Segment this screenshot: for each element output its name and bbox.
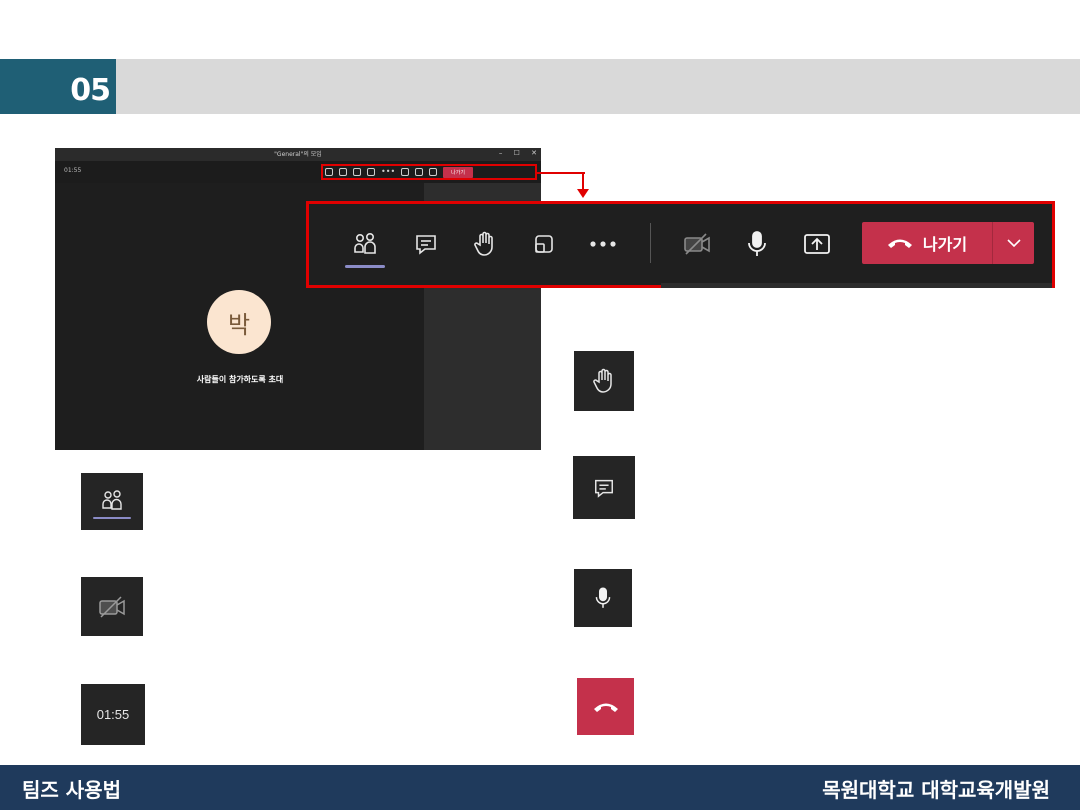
participants-icon[interactable]	[343, 222, 387, 266]
meeting-window-screenshot: "General"의 모임 – ☐ ✕ 01:55 ••• 나가기 박 사람들이…	[55, 148, 541, 450]
leave-button[interactable]: 나가기	[862, 222, 992, 264]
toolbar-background-strip	[661, 283, 1052, 288]
window-controls: – ☐ ✕	[490, 149, 537, 157]
time-tile: 01:55	[81, 684, 145, 745]
mic-tile	[574, 569, 632, 627]
window-title: "General"의 모임	[274, 151, 322, 158]
maximize-button[interactable]: ☐	[514, 149, 520, 157]
section-number-block: 05	[0, 59, 116, 114]
toolbar-divider	[650, 223, 651, 263]
participants-tile	[81, 473, 143, 530]
chat-icon[interactable]	[404, 222, 448, 266]
chat-icon	[595, 479, 613, 498]
connector-line	[537, 172, 585, 174]
footer-organization: 목원대학교 대학교육개발원	[822, 778, 1050, 802]
leave-label: 나가기	[922, 235, 968, 254]
section-title-bar	[116, 59, 1080, 114]
leave-options-button[interactable]	[993, 222, 1034, 264]
close-button[interactable]: ✕	[531, 149, 537, 157]
hang-up-icon	[593, 703, 618, 712]
enlarged-toolbar: 나가기	[306, 201, 1055, 288]
raise-hand-icon	[593, 368, 612, 393]
more-icon[interactable]	[581, 222, 625, 266]
section-number: 05	[70, 73, 111, 108]
arrow-head-icon	[577, 189, 589, 198]
minimize-button[interactable]: –	[499, 149, 503, 157]
mic-icon	[595, 587, 611, 608]
share-tray-icon[interactable]	[522, 222, 566, 266]
elapsed-time-display: 01:55	[96, 707, 130, 722]
toolbar-highlight-box	[321, 164, 537, 180]
connector-line-vertical	[582, 172, 584, 190]
raise-hand-icon[interactable]	[463, 222, 507, 266]
footer-title: 팀즈 사용법	[22, 778, 121, 802]
camera-tile	[81, 577, 143, 636]
elapsed-time: 01:55	[64, 167, 82, 174]
hang-up-icon	[887, 239, 912, 248]
participants-icon	[93, 489, 131, 519]
chat-tile	[573, 456, 635, 519]
mic-icon[interactable]	[735, 222, 779, 266]
active-tab-indicator	[345, 265, 385, 268]
leave-button-group: 나가기	[862, 222, 1034, 264]
chevron-down-icon	[1006, 239, 1021, 248]
share-screen-icon[interactable]	[795, 222, 839, 266]
avatar: 박	[207, 290, 271, 354]
raise-hand-tile	[574, 351, 634, 411]
window-titlebar: "General"의 모임 – ☐ ✕	[55, 148, 541, 161]
camera-off-icon	[99, 595, 125, 618]
camera-off-icon[interactable]	[675, 222, 719, 266]
hang-up-tile	[577, 678, 634, 735]
footer-bar: 팀즈 사용법 목원대학교 대학교육개발원	[0, 765, 1080, 810]
invite-people-text[interactable]: 사람들이 참가하도록 초대	[155, 374, 325, 385]
